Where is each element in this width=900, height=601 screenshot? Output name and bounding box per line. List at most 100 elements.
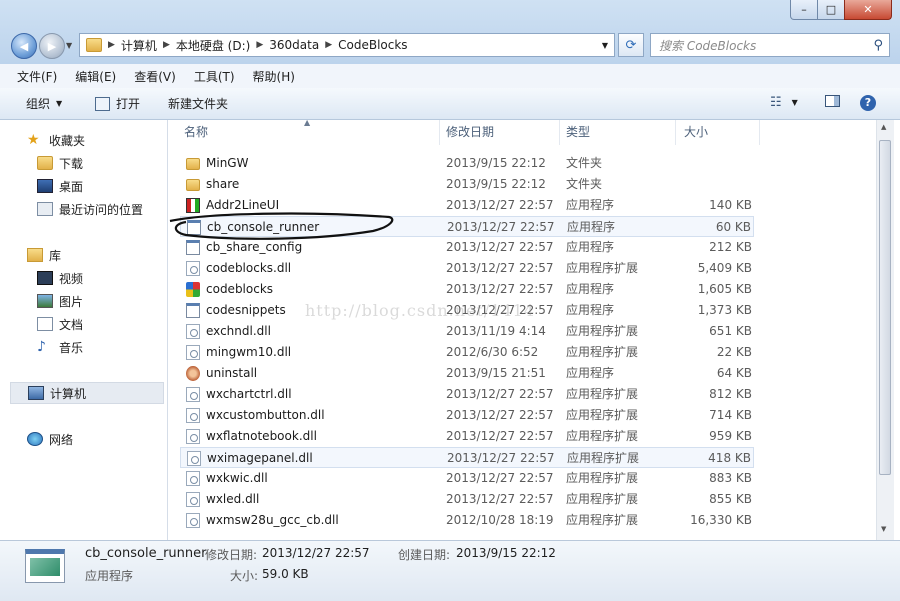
menu-view[interactable]: 查看(V): [122, 68, 182, 85]
file-type: 应用程序扩展: [566, 345, 639, 359]
file-row[interactable]: codeblocks.dll 2013/12/27 22:57 应用程序扩展 5,40…: [180, 258, 754, 279]
file-size: 1,373 KB: [697, 303, 752, 317]
sidebar-item-label: 下载: [59, 156, 84, 171]
file-name: codeblocks: [206, 282, 274, 296]
dll-file-icon: [186, 324, 200, 339]
picture-icon: [37, 294, 53, 308]
recent-pages-chevron-icon[interactable]: ▼: [66, 41, 72, 50]
file-type: 应用程序扩展: [566, 513, 639, 527]
navigation-pane: ★ 收藏夹 下载 桌面 最近访问的位置 库 视频 图片 文档 ♪ 音乐 计算机 …: [0, 120, 168, 540]
preview-pane-icon: [825, 95, 840, 107]
breadcrumb-360data[interactable]: 360data: [269, 38, 319, 52]
help-button[interactable]: ?: [860, 95, 876, 111]
view-options-button[interactable]: ☷ ▼: [770, 95, 798, 110]
file-row[interactable]: wxmsw28u_gcc_cb.dll 2012/10/28 18:19 应用程序扩…: [180, 510, 754, 531]
file-name: wxcustombutton.dll: [206, 408, 325, 422]
organize-button[interactable]: 组织 ▼: [26, 95, 62, 112]
search-input[interactable]: 搜索 CodeBlocks ⚲: [650, 33, 890, 57]
column-header-size[interactable]: 大小: [676, 120, 760, 145]
file-row[interactable]: wximagepanel.dll 2013/12/27 22:57 应用程序扩展 41…: [180, 447, 754, 468]
open-button[interactable]: 打开: [95, 95, 140, 112]
refresh-button[interactable]: ⟳: [618, 33, 644, 57]
file-type: 应用程序扩展: [566, 261, 639, 275]
file-size: 64 KB: [716, 366, 752, 380]
file-size: 22 KB: [716, 345, 752, 359]
forward-button[interactable]: ▶: [39, 33, 65, 59]
back-button[interactable]: ◀: [11, 33, 37, 59]
file-type: 应用程序: [566, 198, 615, 212]
video-icon: [37, 271, 53, 285]
file-type: 应用程序: [566, 282, 615, 296]
file-modified-date: 2012/10/28 18:19: [446, 513, 554, 527]
file-modified-date: 2013/12/27 22:57: [446, 429, 554, 443]
file-modified-date: 2013/12/27 22:57: [447, 451, 555, 465]
file-row[interactable]: wxled.dll 2013/12/27 22:57 应用程序扩展 855 KB: [180, 489, 754, 510]
folder-icon: [186, 158, 200, 170]
breadcrumb-computer[interactable]: 计算机: [121, 37, 157, 54]
file-name: wxmsw28u_gcc_cb.dll: [206, 513, 339, 527]
file-row[interactable]: wxkwic.dll 2013/12/27 22:57 应用程序扩展 883 KB: [180, 468, 754, 489]
sidebar-item-network[interactable]: 网络: [0, 428, 193, 450]
sidebar-item-label: 文档: [59, 317, 84, 332]
menu-file[interactable]: 文件(F): [0, 68, 63, 85]
dll-file-icon: [186, 492, 200, 507]
minimize-icon: –: [801, 3, 807, 16]
minimize-button[interactable]: –: [790, 0, 818, 20]
network-icon: [27, 432, 43, 446]
scroll-down-icon[interactable]: ▼: [881, 525, 886, 533]
file-size: 16,330 KB: [690, 513, 752, 527]
file-size: 714 KB: [709, 408, 752, 422]
sidebar-item-label: 最近访问的位置: [59, 202, 144, 217]
new-folder-button[interactable]: 新建文件夹: [168, 95, 228, 112]
help-icon: ?: [860, 95, 876, 111]
menu-tools[interactable]: 工具(T): [182, 68, 241, 85]
file-modified-date: 2013/12/27 22:57: [446, 240, 554, 254]
search-icon[interactable]: ⚲: [873, 38, 883, 53]
file-row[interactable]: wxchartctrl.dll 2013/12/27 22:57 应用程序扩展 812…: [180, 384, 754, 405]
file-row[interactable]: wxcustombutton.dll 2013/12/27 22:57 应用程序扩展…: [180, 405, 754, 426]
file-row[interactable]: mingwm10.dll 2012/6/30 6:52 应用程序扩展 22 KB: [180, 342, 754, 363]
file-type: 应用程序扩展: [567, 451, 640, 465]
file-row[interactable]: exchndl.dll 2013/11/19 4:14 应用程序扩展 651 KB: [180, 321, 754, 342]
details-size-value: 59.0 KB: [262, 567, 309, 581]
scroll-up-icon[interactable]: ▲: [881, 123, 886, 131]
close-button[interactable]: ✕: [844, 0, 892, 20]
sidebar-item-label: 桌面: [59, 179, 84, 194]
breadcrumb-drive[interactable]: 本地硬盘 (D:): [176, 37, 250, 54]
file-modified-date: 2013/12/27 22:57: [446, 198, 554, 212]
file-modified-date: 2013/9/15 22:12: [446, 177, 546, 191]
new-folder-label: 新建文件夹: [168, 97, 229, 111]
document-icon: [37, 317, 53, 331]
file-row[interactable]: codeblocks 2013/12/27 22:57 应用程序 1,605 KB: [180, 279, 754, 300]
column-header-date[interactable]: 修改日期: [440, 120, 560, 145]
address-bar[interactable]: ▶ 计算机 ▶ 本地硬盘 (D:) ▶ 360data ▶ CodeBlocks…: [79, 33, 615, 57]
file-row[interactable]: uninstall 2013/9/15 21:51 应用程序 64 KB: [180, 363, 754, 384]
sidebar-item-libraries[interactable]: 库: [0, 244, 193, 266]
breadcrumb-codeblocks[interactable]: CodeBlocks: [338, 38, 407, 52]
sidebar-item-favorites[interactable]: ★ 收藏夹: [0, 129, 193, 151]
maximize-button[interactable]: □: [817, 0, 845, 20]
file-modified-date: 2013/12/27 22:57: [446, 261, 554, 275]
scrollbar-thumb[interactable]: [879, 140, 891, 475]
file-modified-date: 2013/12/27 22:57: [447, 220, 555, 234]
address-dropdown-icon[interactable]: ▼: [602, 41, 608, 50]
file-row[interactable]: wxflatnotebook.dll 2013/12/27 22:57 应用程序扩展…: [180, 426, 754, 447]
file-row[interactable]: MinGW 2013/9/15 22:12 文件夹: [180, 153, 754, 174]
column-header-name[interactable]: 名称: [168, 120, 440, 145]
details-modified-value: 2013/12/27 22:57: [262, 546, 370, 560]
file-type: 应用程序: [567, 220, 616, 234]
dll-file-icon: [186, 408, 200, 423]
vertical-scrollbar[interactable]: ▲ ▼: [876, 120, 894, 540]
file-row[interactable]: share 2013/9/15 22:12 文件夹: [180, 174, 754, 195]
dll-file-icon: [187, 451, 201, 466]
menu-help[interactable]: 帮助(H): [241, 68, 301, 85]
close-icon: ✕: [863, 3, 873, 16]
open-label: 打开: [116, 97, 141, 111]
menu-edit[interactable]: 编辑(E): [63, 68, 122, 85]
file-type: 应用程序扩展: [566, 387, 639, 401]
file-type: 文件夹: [566, 177, 603, 191]
sidebar-item-label: 图片: [59, 294, 84, 309]
column-header-type[interactable]: 类型: [560, 120, 676, 145]
sidebar-item-computer[interactable]: 计算机: [10, 382, 164, 404]
preview-pane-button[interactable]: [825, 95, 840, 107]
